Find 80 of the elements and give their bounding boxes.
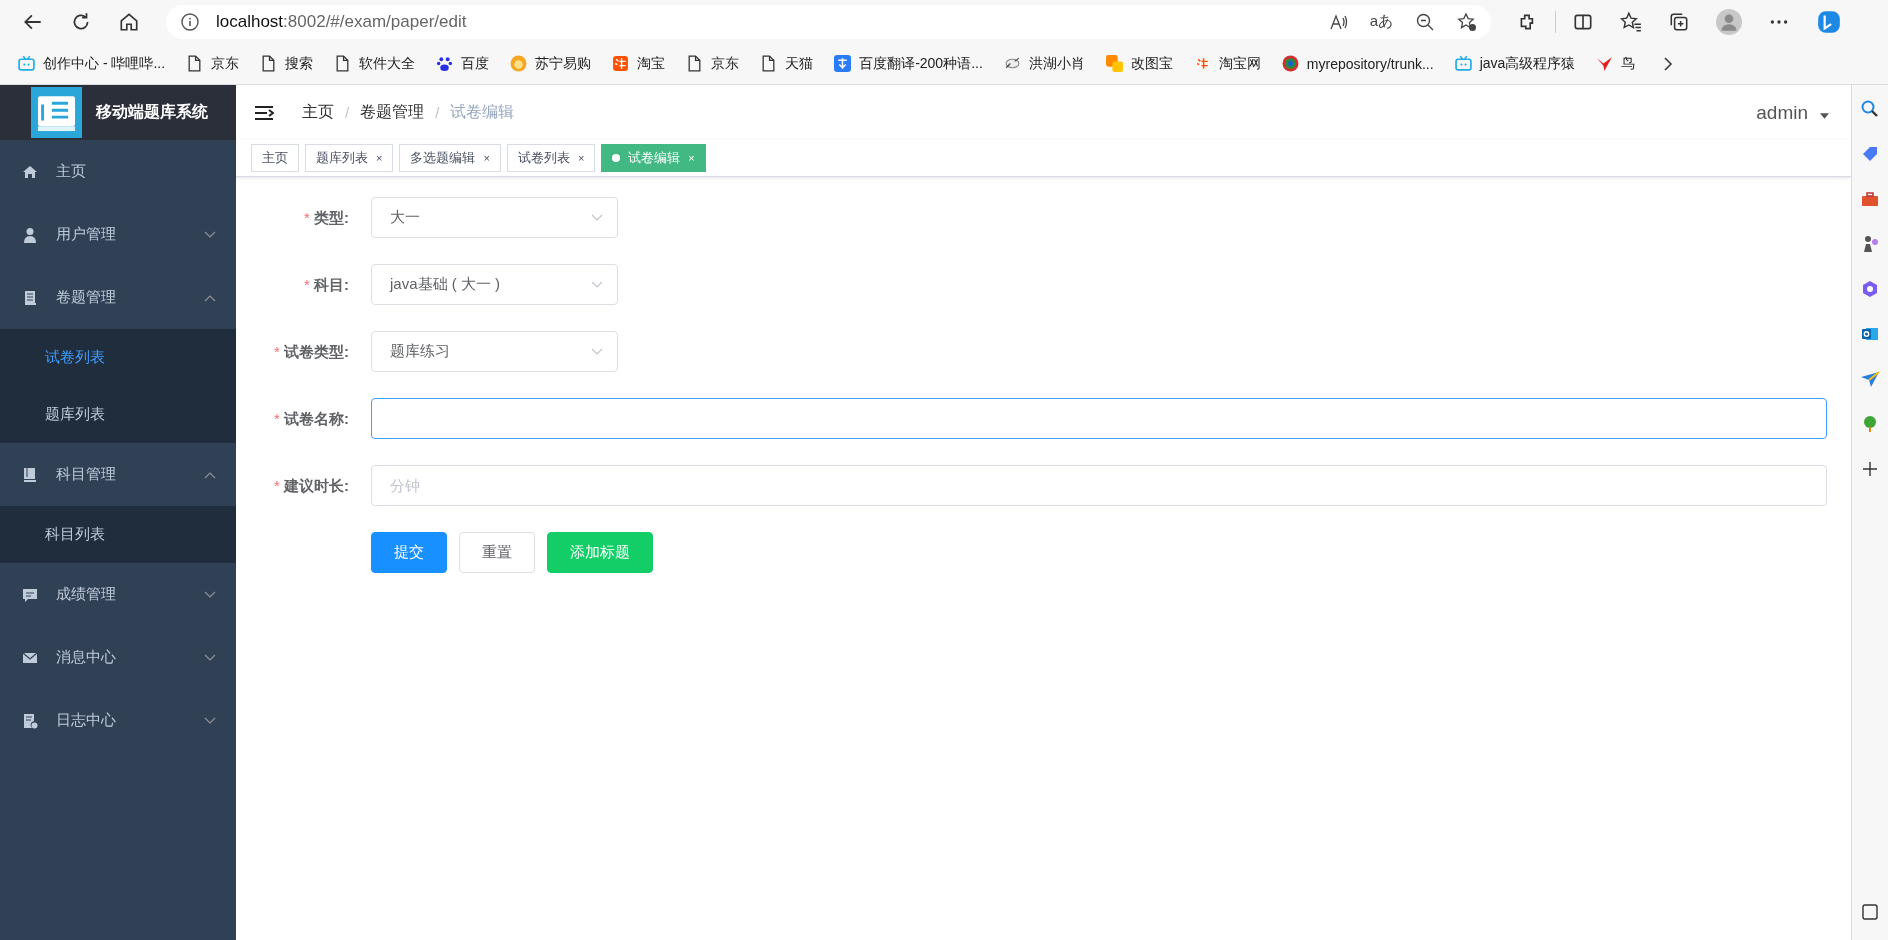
bookmark-link[interactable]: 百度 [436, 54, 490, 73]
bookmark-link[interactable]: 搜索 [260, 54, 314, 73]
tab[interactable]: 多选题编辑 × [399, 144, 501, 172]
field-label: * 建议时长: [273, 476, 350, 496]
breadcrumb-link[interactable]: 卷题管理 [360, 102, 425, 123]
tv-icon [18, 55, 35, 72]
bookmark-link[interactable]: java高级程序猿 [1454, 54, 1576, 73]
globe-icon [1281, 55, 1299, 72]
tab[interactable]: 题库列表 × [305, 144, 394, 172]
favorite-add-icon[interactable] [1457, 11, 1477, 32]
add-icon[interactable] [1860, 459, 1880, 479]
active-dot [612, 154, 621, 162]
menu-item[interactable]: 消息中心 [0, 626, 236, 689]
field-label: * 试卷类型: [273, 342, 350, 362]
address-bar[interactable]: localhost:8002/#/exam/paper/edit aあ [166, 4, 1491, 39]
paw-icon [436, 55, 454, 72]
document-icon [22, 289, 38, 306]
chevron-down-icon [591, 280, 603, 289]
user-menu[interactable]: admin [1756, 101, 1808, 124]
bookmark-link[interactable]: 京东 [686, 54, 740, 73]
field-label: * 试卷名称: [273, 409, 350, 429]
close-button[interactable]: × [577, 152, 585, 164]
select-field[interactable]: 题库练习 [371, 331, 618, 372]
paper-plane-icon[interactable] [1860, 369, 1880, 389]
menu-item[interactable]: 科目管理 [0, 443, 236, 506]
bookmark-link[interactable]: 改图宝 [1105, 54, 1173, 73]
bookmark-link[interactable]: 洪湖小肖 [1003, 54, 1085, 73]
submenu-item[interactable]: 题库列表 [0, 386, 236, 443]
chevron-down-icon [591, 213, 603, 222]
user-icon [22, 226, 38, 243]
home-icon [22, 163, 38, 180]
info-icon [180, 11, 200, 32]
tab[interactable]: 主页 [251, 144, 299, 172]
chevron-down-icon [591, 347, 603, 356]
logo-icon [31, 87, 82, 138]
bookmark-link[interactable]: 淘宝网 [1193, 54, 1261, 73]
menu-item[interactable]: 成绩管理 [0, 563, 236, 626]
bookmark-link[interactable]: 苏宁易购 [510, 54, 592, 73]
bookmark-link[interactable]: 天猫 [760, 54, 814, 73]
bookmark-link[interactable]: myrepository/trunk... [1281, 55, 1434, 72]
close-button[interactable]: × [483, 152, 490, 164]
tv-icon [1454, 55, 1472, 72]
bookmark-link[interactable]: 软件大全 [334, 54, 416, 73]
caret-down-icon [1820, 112, 1829, 119]
submenu-item[interactable]: 科目列表 [0, 506, 236, 563]
field-label: * 类型: [303, 208, 350, 228]
sidebar-toggle-icon[interactable] [1860, 902, 1880, 922]
select-field[interactable]: java基础 ( 大一 ) [371, 264, 618, 305]
menu-item[interactable]: 日志中心 [0, 689, 236, 752]
toolbox-icon[interactable] [1860, 189, 1880, 209]
bookmark-link[interactable]: 鸟 [1596, 54, 1636, 73]
bookmark-link[interactable]: 淘宝 [612, 54, 666, 73]
breadcrumb-separator: / [345, 104, 350, 121]
text-input[interactable] [371, 398, 1827, 439]
log-icon [22, 712, 38, 729]
bookmark-link[interactable]: 京东 [186, 54, 240, 73]
submenu-item[interactable]: 试卷列表 [0, 329, 236, 386]
menu-item[interactable]: 用户管理 [0, 203, 236, 266]
chat-icon [22, 586, 38, 603]
close-button[interactable]: × [376, 152, 383, 164]
menu-item[interactable]: 卷题管理 [0, 266, 236, 329]
zoom-out-icon[interactable] [1415, 11, 1435, 32]
squares-icon [1105, 55, 1123, 72]
field-label: * 科目: [303, 275, 350, 295]
favorites-icon[interactable] [1620, 10, 1642, 33]
bookmark-link[interactable]: 创作中心 - 哔哩哔... [18, 54, 166, 73]
breadcrumb-separator: / [435, 104, 440, 121]
translate-button[interactable]: aあ [1369, 12, 1393, 31]
select-field[interactable]: 大一 [371, 197, 618, 238]
form-button[interactable]: 重置 [459, 532, 535, 573]
tab[interactable]: 试卷列表 × [506, 144, 596, 172]
menu-icon[interactable] [254, 104, 274, 121]
profile-avatar-icon[interactable] [1716, 8, 1742, 35]
breadcrumb-link[interactable]: 主页 [302, 102, 334, 123]
book-icon [22, 466, 38, 483]
search-icon[interactable] [1860, 99, 1880, 119]
menu-item[interactable]: 主页 [0, 140, 236, 203]
translate-icon [834, 55, 852, 72]
app-title: 移动端题库系统 [96, 102, 208, 122]
bookmark-link[interactable]: 百度翻译-200种语... [834, 54, 983, 73]
